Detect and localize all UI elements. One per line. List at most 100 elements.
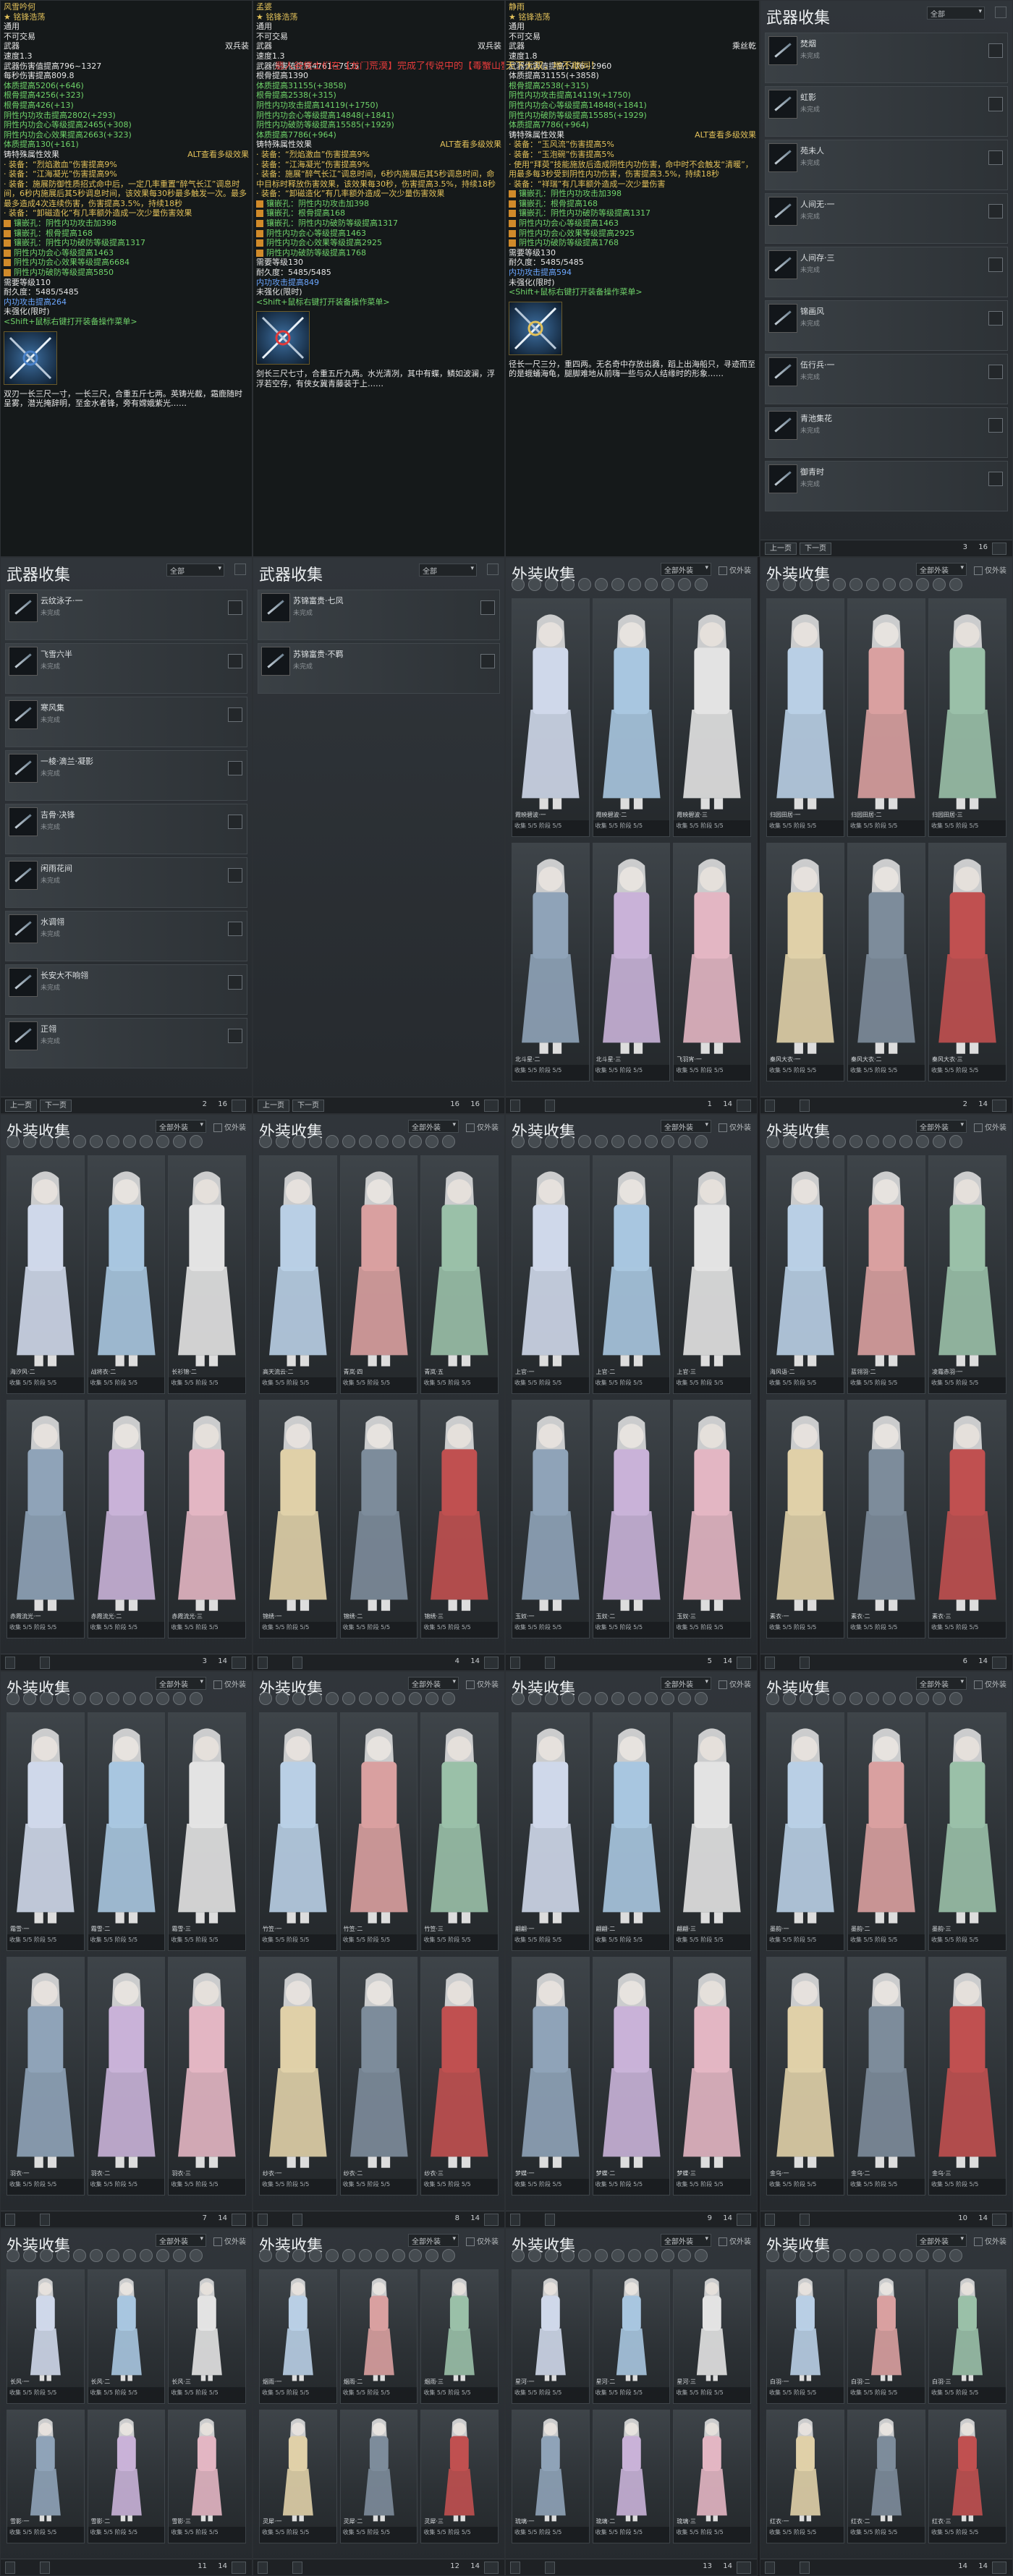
page-jump-icon[interactable]	[232, 1657, 246, 1669]
category-filter-icon[interactable]	[849, 1135, 862, 1148]
category-filter-icon[interactable]	[23, 1135, 36, 1148]
outfit-card[interactable]: 竹笠·三 收集 5/5 阶段 5/5	[420, 1712, 499, 1951]
category-filter-icon[interactable]	[800, 1135, 813, 1148]
category-filter-icon[interactable]	[342, 1692, 355, 1705]
owned-only-checkbox[interactable]	[719, 2237, 727, 2246]
category-filter-icon[interactable]	[628, 1692, 641, 1705]
page-jump-icon[interactable]	[232, 1100, 246, 1112]
outfit-card[interactable]: 梦蝶·一 收集 5/5 阶段 5/5	[512, 1957, 590, 2195]
outfit-card[interactable]: 赤霞流光·三 收集 5/5 阶段 5/5	[168, 1400, 246, 1638]
category-filter-icon[interactable]	[140, 1135, 153, 1148]
category-filter-icon[interactable]	[933, 578, 946, 591]
category-filter-icon[interactable]	[933, 1692, 946, 1705]
category-filter-icon[interactable]	[276, 1692, 289, 1705]
category-filter-icon[interactable]	[678, 578, 691, 591]
owned-only-checkbox[interactable]	[719, 1680, 727, 1689]
category-filter-icon[interactable]	[259, 1692, 272, 1705]
category-filter-icon[interactable]	[949, 2249, 962, 2262]
category-filter-icon[interactable]	[661, 1135, 674, 1148]
outfit-card[interactable]: 墨韵·二 收集 5/5 阶段 5/5	[847, 1712, 925, 1951]
weapon-item[interactable]: 御青时 未完成	[765, 461, 1008, 511]
category-filter-icon[interactable]	[933, 2249, 946, 2262]
prev-page-button[interactable]	[765, 1657, 775, 1669]
category-filter-icon[interactable]	[916, 1692, 929, 1705]
prev-page-button[interactable]	[5, 1657, 15, 1669]
category-filter-icon[interactable]	[949, 578, 962, 591]
category-filter-icon[interactable]	[73, 2249, 86, 2262]
category-filter-icon[interactable]	[833, 1135, 846, 1148]
category-filter-icon[interactable]	[528, 2249, 541, 2262]
outfit-card[interactable]: 长衫锦·二 收集 5/5 阶段 5/5	[168, 1155, 246, 1394]
weapon-item[interactable]: 锦画风 未完成	[765, 300, 1008, 351]
category-filter-icon[interactable]	[899, 1135, 912, 1148]
outfit-card[interactable]: 翩翩·一 收集 5/5 阶段 5/5	[512, 1712, 590, 1951]
category-filter-icon[interactable]	[783, 1692, 796, 1705]
outfit-card[interactable]: 高天流云·二 收集 5/5 阶段 5/5	[259, 1155, 337, 1394]
owned-only-checkbox[interactable]	[974, 1123, 983, 1132]
category-filter-icon[interactable]	[156, 1135, 169, 1148]
category-filter-icon[interactable]	[695, 1135, 708, 1148]
outfit-filter-dropdown[interactable]: 全部外装	[408, 1677, 459, 1690]
category-filter-icon[interactable]	[800, 2249, 813, 2262]
outfit-filter-dropdown[interactable]: 全部外装	[156, 2234, 206, 2247]
outfit-card[interactable]: 玉奴·三 收集 5/5 阶段 5/5	[673, 1400, 751, 1638]
category-filter-icon[interactable]	[342, 2249, 355, 2262]
category-filter-icon[interactable]	[123, 2249, 136, 2262]
category-filter-icon[interactable]	[849, 1692, 862, 1705]
page-jump-icon[interactable]	[992, 2214, 1006, 2226]
page-jump-icon[interactable]	[737, 2214, 751, 2226]
prev-page-button[interactable]	[765, 2214, 775, 2226]
outfit-card[interactable]: 白羽·一 收集 5/5 阶段 5/5	[766, 2269, 844, 2404]
category-filter-icon[interactable]	[56, 1692, 69, 1705]
outfit-card[interactable]: 雪影·三 收集 5/5 阶段 5/5	[168, 2409, 246, 2543]
outfit-card[interactable]: 秦风大衣·三 收集 5/5 阶段 5/5	[928, 843, 1006, 1081]
next-page-button[interactable]	[545, 1657, 555, 1669]
page-jump-icon[interactable]	[992, 1657, 1006, 1669]
category-filter-icon[interactable]	[442, 1692, 455, 1705]
weapon-item[interactable]: 正翎 未完成	[5, 1018, 247, 1068]
preview-icon[interactable]	[228, 761, 242, 775]
prev-page-button[interactable]	[765, 1100, 775, 1112]
outfit-card[interactable]: 星河·一 收集 5/5 阶段 5/5	[512, 2269, 590, 2404]
category-filter-icon[interactable]	[545, 1135, 558, 1148]
outfit-card[interactable]: 纱衣·三 收集 5/5 阶段 5/5	[420, 1957, 499, 2195]
next-page-button[interactable]	[800, 1657, 810, 1669]
outfit-filter-dropdown[interactable]: 全部外装	[916, 1677, 967, 1690]
category-filter-icon[interactable]	[40, 1692, 53, 1705]
preview-icon[interactable]	[480, 600, 495, 615]
category-filter-icon[interactable]	[628, 578, 641, 591]
next-page-button[interactable]	[545, 2214, 555, 2226]
category-filter-icon[interactable]	[259, 1135, 272, 1148]
category-filter-icon[interactable]	[326, 1135, 339, 1148]
category-filter-icon[interactable]	[628, 2249, 641, 2262]
category-filter-icon[interactable]	[849, 2249, 862, 2262]
outfit-card[interactable]: 海风语·二 收集 5/5 阶段 5/5	[766, 1155, 844, 1394]
category-filter-icon[interactable]	[7, 1692, 20, 1705]
preview-icon[interactable]	[988, 365, 1003, 379]
category-filter-icon[interactable]	[123, 1692, 136, 1705]
outfit-card[interactable]: 素衣·二 收集 5/5 阶段 5/5	[847, 1400, 925, 1638]
outfit-card[interactable]: 红衣·二 收集 5/5 阶段 5/5	[847, 2409, 925, 2543]
outfit-card[interactable]: 纱衣·一 收集 5/5 阶段 5/5	[259, 1957, 337, 2195]
outfit-card[interactable]: 烟雨·二 收集 5/5 阶段 5/5	[339, 2269, 418, 2404]
outfit-card[interactable]: 青岚·四 收集 5/5 阶段 5/5	[339, 1155, 418, 1394]
category-filter-icon[interactable]	[7, 2249, 20, 2262]
page-jump-icon[interactable]	[232, 2562, 246, 2574]
prev-page-button[interactable]	[258, 1657, 268, 1669]
category-filter-icon[interactable]	[545, 578, 558, 591]
prev-page-button[interactable]	[5, 2214, 15, 2226]
owned-only-checkbox[interactable]	[974, 1680, 983, 1689]
weapon-item[interactable]: 水调翎 未完成	[5, 911, 247, 961]
owned-only-checkbox[interactable]	[719, 1123, 727, 1132]
category-filter-icon[interactable]	[359, 2249, 372, 2262]
next-page-button[interactable]	[545, 2562, 555, 2574]
category-filter-icon[interactable]	[833, 2249, 846, 2262]
outfit-card[interactable]: 纱衣·二 收集 5/5 阶段 5/5	[339, 1957, 418, 2195]
category-filter-icon[interactable]	[528, 578, 541, 591]
next-page-button[interactable]	[800, 1100, 810, 1112]
weapon-item[interactable]: 青池集花 未完成	[765, 407, 1008, 458]
category-filter-icon[interactable]	[611, 578, 624, 591]
category-filter-icon[interactable]	[73, 1135, 86, 1148]
preview-icon[interactable]	[988, 311, 1003, 326]
category-filter-icon[interactable]	[949, 1692, 962, 1705]
